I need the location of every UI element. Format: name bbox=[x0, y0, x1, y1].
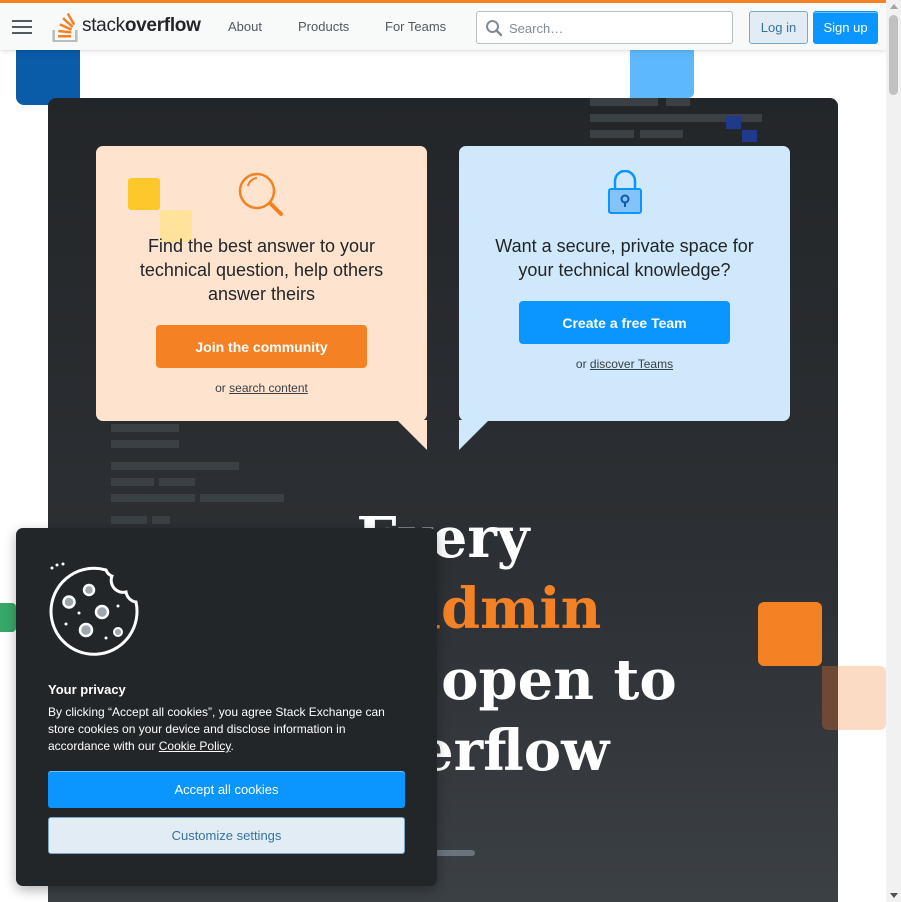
code-line bbox=[159, 478, 195, 486]
search-box[interactable] bbox=[476, 11, 733, 44]
magnifier-icon bbox=[238, 172, 283, 216]
community-card-text: Find the best answer to your technical q… bbox=[139, 236, 384, 304]
teams-card-sub: or discover Teams bbox=[459, 357, 790, 371]
deco-square-green bbox=[0, 603, 16, 632]
cookie-icon bbox=[49, 562, 139, 656]
community-card: Find the best answer to your technical q… bbox=[96, 146, 427, 450]
join-community-button[interactable]: Join the community bbox=[156, 325, 367, 368]
code-line bbox=[111, 478, 154, 486]
top-bar: stackoverflow About Products For Teams L… bbox=[0, 0, 886, 50]
card-tail bbox=[459, 420, 489, 450]
code-line bbox=[640, 130, 683, 138]
deco-square-light-blue bbox=[630, 42, 694, 98]
scroll-thumb[interactable] bbox=[889, 15, 898, 95]
hamburger-menu-icon[interactable] bbox=[12, 20, 32, 34]
stack-logo-icon bbox=[52, 12, 78, 42]
signup-button[interactable]: Sign up bbox=[813, 11, 878, 44]
cookie-consent-banner: Your privacy By clicking “Accept all coo… bbox=[16, 528, 437, 886]
padlock-icon bbox=[608, 170, 642, 214]
teams-card-text: Want a secure, private space for your te… bbox=[495, 236, 754, 280]
stackoverflow-logo[interactable]: stackoverflow bbox=[52, 9, 201, 43]
login-button[interactable]: Log in bbox=[749, 11, 808, 44]
nav-for-teams[interactable]: For Teams bbox=[385, 19, 446, 34]
card-tail bbox=[397, 420, 427, 450]
code-line bbox=[111, 494, 195, 502]
nav-about[interactable]: About bbox=[228, 19, 262, 34]
code-line bbox=[590, 130, 634, 138]
code-line bbox=[200, 494, 284, 502]
logo-text-stack: stack bbox=[82, 15, 125, 36]
community-card-sub: or search content bbox=[96, 381, 427, 395]
customize-settings-button[interactable]: Customize settings bbox=[48, 817, 405, 854]
deco-square-dark-blue bbox=[16, 42, 80, 105]
scroll-down-arrow-icon[interactable] bbox=[890, 893, 898, 898]
discover-teams-link[interactable]: discover Teams bbox=[590, 357, 673, 371]
code-line bbox=[111, 440, 179, 448]
code-line bbox=[590, 98, 658, 106]
cookie-policy-link[interactable]: Cookie Policy bbox=[159, 739, 231, 753]
scroll-up-arrow-icon[interactable] bbox=[890, 4, 898, 9]
deco-square-navy bbox=[726, 116, 741, 129]
create-team-button[interactable]: Create a free Team bbox=[519, 301, 730, 344]
accept-all-cookies-button[interactable]: Accept all cookies bbox=[48, 771, 405, 808]
search-content-link[interactable]: search content bbox=[229, 381, 308, 395]
code-line bbox=[111, 462, 239, 470]
logo-text-overflow: overflow bbox=[124, 15, 201, 36]
cookie-description: By clicking “Accept all cookies”, you ag… bbox=[48, 704, 408, 755]
search-icon bbox=[486, 20, 503, 37]
page-scrollbar[interactable] bbox=[886, 0, 901, 902]
cookie-title: Your privacy bbox=[48, 682, 126, 697]
code-line bbox=[666, 98, 690, 106]
cookie-text-suffix: . bbox=[230, 739, 234, 753]
deco-square-navy bbox=[742, 130, 757, 142]
nav-products[interactable]: Products bbox=[298, 19, 349, 34]
deco-square-orange bbox=[758, 602, 822, 666]
code-line bbox=[111, 424, 179, 432]
or-text: or bbox=[575, 357, 587, 371]
teams-card: Want a secure, private space for your te… bbox=[459, 146, 790, 450]
search-input[interactable] bbox=[509, 18, 724, 38]
deco-square-peach-overlap bbox=[822, 666, 838, 730]
deco-square-yellow bbox=[128, 178, 160, 210]
or-text: or bbox=[215, 381, 226, 395]
